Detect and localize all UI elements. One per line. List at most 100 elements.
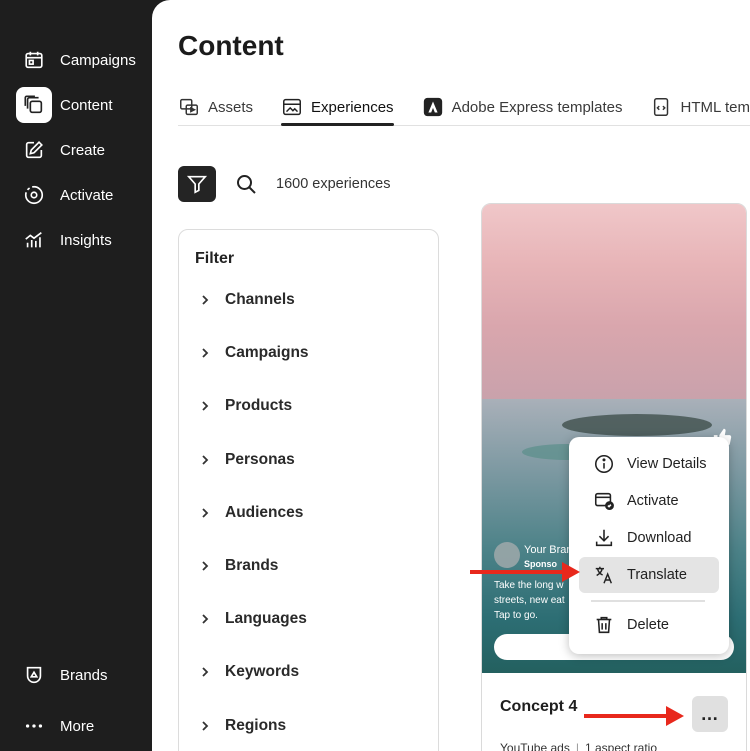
sidebar-item-campaigns[interactable]: Campaigns bbox=[16, 42, 146, 78]
more-actions-button[interactable]: … bbox=[692, 696, 728, 732]
experiences-icon bbox=[283, 98, 301, 116]
chevron-right-icon bbox=[202, 348, 209, 358]
tab-label: HTML templates bbox=[680, 98, 750, 116]
chart-icon bbox=[16, 222, 52, 258]
translate-icon bbox=[595, 566, 613, 584]
card-title: Concept 4 bbox=[500, 698, 578, 715]
filter-label: Brands bbox=[225, 557, 279, 574]
card-meta: YouTube ads | 1 aspect ratio bbox=[500, 741, 657, 751]
filter-label: Regions bbox=[225, 717, 287, 734]
sidebar-item-label: Brands bbox=[60, 666, 108, 684]
chevron-right-icon bbox=[202, 667, 209, 677]
ad-sponsored-label: Sponso bbox=[524, 559, 557, 569]
menu-item-translate[interactable]: Translate bbox=[579, 557, 719, 593]
sidebar-item-content[interactable]: Content bbox=[16, 87, 146, 123]
card-aspect-ratio: 1 aspect ratio bbox=[584, 741, 658, 751]
sidebar-item-insights[interactable]: Insights bbox=[16, 222, 146, 258]
filter-label: Personas bbox=[225, 451, 295, 468]
sidebar-item-create[interactable]: Create bbox=[16, 132, 146, 168]
annotation-arrow-translate bbox=[470, 562, 580, 582]
tab-bar: Assets Experiences Adobe Express templat… bbox=[178, 90, 750, 126]
menu-item-label: Activate bbox=[627, 493, 679, 509]
filter-channels[interactable]: Channels bbox=[199, 288, 295, 312]
sidebar-item-label: Insights bbox=[60, 231, 112, 249]
filter-campaigns[interactable]: Campaigns bbox=[199, 341, 309, 365]
main-panel: Content Assets Experiences Adobe Express… bbox=[152, 0, 750, 751]
sidebar-item-activate[interactable]: Activate bbox=[16, 177, 146, 213]
edit-icon bbox=[16, 132, 52, 168]
trash-icon bbox=[596, 616, 612, 634]
sidebar-item-label: Create bbox=[60, 141, 106, 159]
sidebar-item-label: Campaigns bbox=[60, 51, 136, 69]
tab-html-templates[interactable]: HTML templates bbox=[651, 90, 750, 124]
filter-panel: Filter Channels Campaigns Products Perso… bbox=[178, 229, 439, 751]
sidebar-item-label: Content bbox=[60, 96, 113, 114]
menu-item-delete[interactable]: Delete bbox=[579, 607, 719, 643]
menu-item-label: Translate bbox=[627, 567, 687, 583]
filter-brands[interactable]: Brands bbox=[199, 554, 278, 578]
filter-title: Filter bbox=[195, 250, 235, 267]
filter-languages[interactable]: Languages bbox=[199, 607, 307, 631]
menu-item-label: Delete bbox=[627, 617, 669, 633]
sidebar: Campaigns Content Create Activate Insigh… bbox=[0, 0, 152, 751]
brand-avatar bbox=[494, 542, 520, 568]
annotation-arrow-more bbox=[584, 706, 684, 726]
filter-label: Keywords bbox=[225, 663, 300, 680]
ellipsis-icon bbox=[16, 708, 52, 744]
chevron-right-icon bbox=[202, 401, 209, 411]
menu-item-download[interactable]: Download bbox=[579, 520, 719, 556]
menu-divider bbox=[591, 600, 705, 602]
sky-backdrop bbox=[482, 204, 746, 409]
tab-label: Adobe Express templates bbox=[451, 98, 623, 116]
menu-item-activate[interactable]: Activate bbox=[579, 483, 719, 519]
filter-label: Languages bbox=[225, 610, 307, 627]
tab-experiences[interactable]: Experiences bbox=[281, 90, 394, 126]
brand-shield-icon bbox=[16, 657, 52, 693]
adobe-express-icon bbox=[423, 97, 442, 117]
filter-personas[interactable]: Personas bbox=[199, 448, 295, 472]
download-icon bbox=[595, 529, 613, 547]
chevron-right-icon bbox=[202, 508, 209, 518]
search-icon[interactable] bbox=[234, 172, 258, 196]
page-title: Content bbox=[178, 30, 284, 61]
filter-button[interactable] bbox=[178, 166, 216, 202]
sidebar-item-more[interactable]: More bbox=[16, 708, 146, 744]
tab-label: Assets bbox=[208, 98, 254, 116]
island-shape bbox=[562, 414, 712, 436]
ad-brand-name: Your Bran bbox=[524, 544, 573, 556]
menu-item-view-details[interactable]: View Details bbox=[579, 446, 719, 482]
chevron-right-icon bbox=[202, 295, 209, 305]
experience-count: 1600 experiences bbox=[276, 176, 391, 192]
funnel-icon bbox=[186, 175, 208, 194]
tab-adobe-express-templates[interactable]: Adobe Express templates bbox=[422, 90, 623, 124]
card-channel: YouTube ads bbox=[500, 741, 570, 751]
chevron-right-icon bbox=[202, 614, 209, 624]
meta-separator: | bbox=[575, 741, 579, 751]
filter-keywords[interactable]: Keywords bbox=[199, 660, 299, 684]
filter-products[interactable]: Products bbox=[199, 394, 292, 418]
context-menu: View Details Activate Download Translate… bbox=[569, 437, 729, 654]
tab-label: Experiences bbox=[311, 98, 394, 116]
content-stack-icon bbox=[16, 87, 52, 123]
menu-item-label: Download bbox=[627, 530, 692, 546]
chevron-right-icon bbox=[202, 455, 209, 465]
filter-label: Products bbox=[225, 397, 293, 414]
target-icon bbox=[16, 177, 52, 213]
chevron-right-icon bbox=[202, 561, 209, 571]
filter-label: Audiences bbox=[225, 504, 304, 521]
calendar-icon bbox=[16, 42, 52, 78]
tab-assets[interactable]: Assets bbox=[178, 90, 253, 124]
filter-audiences[interactable]: Audiences bbox=[199, 501, 303, 525]
assets-icon bbox=[180, 98, 198, 116]
activate-card-icon bbox=[594, 492, 614, 511]
info-icon bbox=[594, 454, 614, 474]
filter-label: Channels bbox=[225, 291, 295, 308]
sidebar-item-brands[interactable]: Brands bbox=[16, 657, 146, 693]
filter-regions[interactable]: Regions bbox=[199, 714, 286, 738]
sidebar-item-label: More bbox=[60, 717, 95, 735]
html-template-icon bbox=[653, 98, 668, 116]
filter-label: Campaigns bbox=[225, 344, 309, 361]
sidebar-item-label: Activate bbox=[60, 186, 114, 204]
menu-item-label: View Details bbox=[627, 456, 707, 472]
chevron-right-icon bbox=[202, 721, 209, 731]
